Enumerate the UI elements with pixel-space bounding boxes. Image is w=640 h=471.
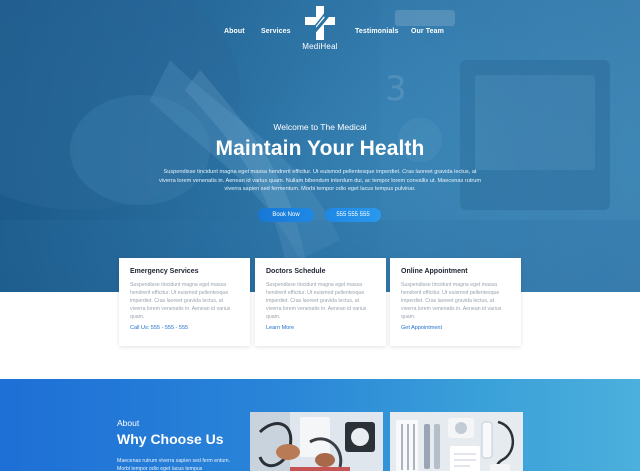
nav-link-our-team[interactable]: Our Team	[411, 28, 444, 35]
medical-cross-icon	[305, 6, 335, 40]
nav-link-services[interactable]: Services	[261, 28, 291, 35]
about-photo-stethoscope	[250, 412, 383, 471]
hero-description: Suspendisse tincidunt magna eget massa h…	[158, 169, 482, 193]
card-emergency-services: Emergency Services Suspendisse tincidunt…	[119, 258, 250, 346]
top-navigation: About Services MediHeal Testimonials Our…	[0, 0, 640, 64]
card-text: Suspendisse tincidunt magna eget massa h…	[266, 282, 367, 321]
about-title: Why Choose Us	[117, 431, 224, 447]
card-title: Doctors Schedule	[266, 268, 326, 275]
hero-section: 3 About Services MediHeal Testimonials O…	[0, 0, 640, 292]
brand-logo[interactable]: MediHeal	[297, 5, 343, 61]
about-photo-medical-tools	[390, 412, 523, 471]
card-link-learn-more[interactable]: Learn More	[266, 325, 375, 331]
medical-tools-photo-icon	[390, 412, 523, 471]
about-text: Maecenas rutrum viverra sapien sed ferm …	[117, 458, 231, 471]
card-online-appointment: Online Appointment Suspendisse tincidunt…	[390, 258, 521, 346]
nav-link-testimonials[interactable]: Testimonials	[355, 28, 398, 35]
brand-name: MediHeal	[302, 42, 338, 51]
hero-title: Maintain Your Health	[215, 137, 425, 160]
card-title: Emergency Services	[130, 268, 199, 275]
card-doctors-schedule: Doctors Schedule Suspendisse tincidunt m…	[255, 258, 386, 346]
card-link-call[interactable]: Call Us: 555 - 555 - 555	[130, 325, 239, 331]
card-text: Suspendisse tincidunt magna eget massa h…	[130, 282, 231, 321]
book-now-button[interactable]: Book Now	[258, 208, 314, 222]
nav-link-about[interactable]: About	[224, 28, 245, 35]
hero-eyebrow: Welcome to The Medical	[273, 122, 367, 132]
about-section: About Why Choose Us Maecenas rutrum vive…	[0, 379, 640, 471]
about-eyebrow: About	[117, 418, 140, 428]
phone-button[interactable]: 555 555 555	[325, 208, 381, 222]
stethoscope-photo-icon	[250, 412, 383, 471]
card-text: Suspendisse tincidunt magna eget massa h…	[401, 282, 502, 321]
card-link-get-appointment[interactable]: Get Appointment	[401, 325, 510, 331]
card-title: Online Appointment	[401, 268, 468, 275]
